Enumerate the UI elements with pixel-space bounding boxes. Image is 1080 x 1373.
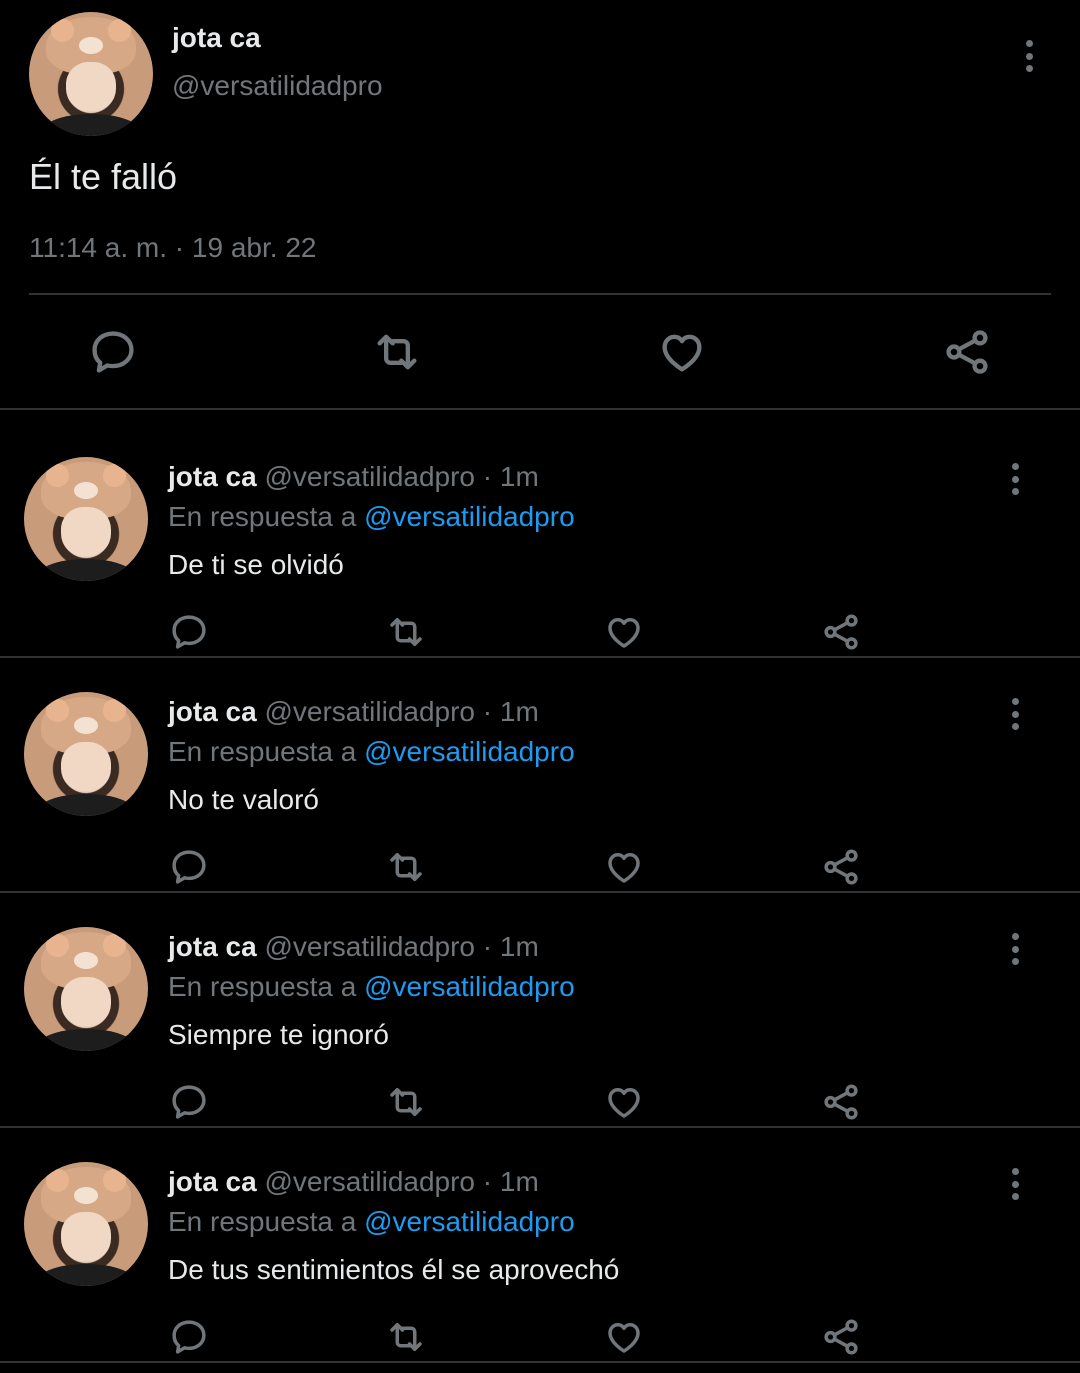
reply-tweet[interactable]: jota ca @versatilidadpro · 1m En respues… <box>0 1128 1080 1363</box>
reply-header: jota ca @versatilidadpro · 1m <box>168 931 539 963</box>
author-name[interactable]: jota ca <box>168 931 257 962</box>
reply-header: jota ca @versatilidadpro · 1m <box>168 696 539 728</box>
author-handle[interactable]: @versatilidadpro <box>264 461 475 492</box>
reply-tweet[interactable]: jota ca @versatilidadpro · 1m En respues… <box>0 423 1080 658</box>
tweet-time: 11:14 a. m. <box>29 232 168 263</box>
more-options-icon[interactable] <box>999 694 1031 734</box>
reply-icon[interactable] <box>168 1081 210 1123</box>
avatar[interactable] <box>24 692 148 816</box>
share-icon[interactable] <box>820 1081 862 1123</box>
author-name[interactable]: jota ca <box>168 461 257 492</box>
author-name[interactable]: jota ca <box>168 696 257 727</box>
reply-prefix: En respuesta a <box>168 971 357 1002</box>
reply-time[interactable]: 1m <box>500 931 539 962</box>
reply-time[interactable]: 1m <box>500 461 539 492</box>
more-options-icon[interactable] <box>999 1164 1031 1204</box>
reply-context: En respuesta a @versatilidadpro <box>168 501 575 533</box>
share-icon[interactable] <box>820 846 862 888</box>
like-icon[interactable] <box>603 1081 645 1123</box>
share-icon[interactable] <box>820 611 862 653</box>
mention-link[interactable]: @versatilidadpro <box>364 736 575 767</box>
main-tweet: jota ca @versatilidadpro Él te falló 11:… <box>0 0 1080 410</box>
author-name[interactable]: jota ca <box>172 22 261 54</box>
share-icon[interactable] <box>820 1316 862 1358</box>
avatar[interactable] <box>29 12 153 136</box>
divider <box>29 293 1051 295</box>
reply-context: En respuesta a @versatilidadpro <box>168 971 575 1003</box>
more-options-icon[interactable] <box>999 929 1031 969</box>
retweet-icon[interactable] <box>385 846 427 888</box>
reply-icon[interactable] <box>168 611 210 653</box>
reply-context: En respuesta a @versatilidadpro <box>168 1206 575 1238</box>
avatar[interactable] <box>24 1162 148 1286</box>
reply-text: No te valoró <box>168 784 319 815</box>
avatar[interactable] <box>24 457 148 581</box>
reply-prefix: En respuesta a <box>168 501 357 532</box>
reply-icon[interactable] <box>168 846 210 888</box>
reply-prefix: En respuesta a <box>168 736 357 767</box>
reply-time[interactable]: 1m <box>500 1166 539 1197</box>
reply-text: De tus sentimientos él se aprovechó <box>168 1254 620 1285</box>
like-icon[interactable] <box>603 1316 645 1358</box>
reply-header: jota ca @versatilidadpro · 1m <box>168 1166 539 1198</box>
reply-tweet[interactable]: jota ca @versatilidadpro · 1m En respues… <box>0 893 1080 1128</box>
reply-time[interactable]: 1m <box>500 696 539 727</box>
tweet-text: Él te falló <box>29 156 178 197</box>
share-icon[interactable] <box>941 326 993 378</box>
reply-prefix: En respuesta a <box>168 1206 357 1237</box>
separator: · <box>174 232 185 263</box>
reply-text: Siempre te ignoró <box>168 1019 390 1050</box>
more-options-icon[interactable] <box>1013 36 1045 76</box>
retweet-icon[interactable] <box>371 326 423 378</box>
tweet-timestamp[interactable]: 11:14 a. m. · 19 abr. 22 <box>29 232 316 264</box>
retweet-icon[interactable] <box>385 1316 427 1358</box>
more-options-icon[interactable] <box>999 459 1031 499</box>
retweet-icon[interactable] <box>385 611 427 653</box>
tweet-date: 19 abr. 22 <box>191 232 317 263</box>
like-icon[interactable] <box>656 326 708 378</box>
separator: · <box>482 696 493 727</box>
author-handle[interactable]: @versatilidadpro <box>264 1166 475 1197</box>
avatar[interactable] <box>24 927 148 1051</box>
author-handle[interactable]: @versatilidadpro <box>172 70 383 102</box>
reply-icon[interactable] <box>168 1316 210 1358</box>
like-icon[interactable] <box>603 846 645 888</box>
separator: · <box>482 461 493 492</box>
author-name[interactable]: jota ca <box>168 1166 257 1197</box>
retweet-icon[interactable] <box>385 1081 427 1123</box>
reply-header: jota ca @versatilidadpro · 1m <box>168 461 539 493</box>
mention-link[interactable]: @versatilidadpro <box>364 1206 575 1237</box>
separator: · <box>482 931 493 962</box>
mention-link[interactable]: @versatilidadpro <box>364 971 575 1002</box>
reply-icon[interactable] <box>87 326 139 378</box>
reply-text: De ti se olvidó <box>168 549 344 580</box>
reply-context: En respuesta a @versatilidadpro <box>168 736 575 768</box>
reply-tweet[interactable]: jota ca @versatilidadpro · 1m En respues… <box>0 658 1080 893</box>
author-handle[interactable]: @versatilidadpro <box>264 931 475 962</box>
mention-link[interactable]: @versatilidadpro <box>364 501 575 532</box>
author-handle[interactable]: @versatilidadpro <box>264 696 475 727</box>
separator: · <box>482 1166 493 1197</box>
like-icon[interactable] <box>603 611 645 653</box>
